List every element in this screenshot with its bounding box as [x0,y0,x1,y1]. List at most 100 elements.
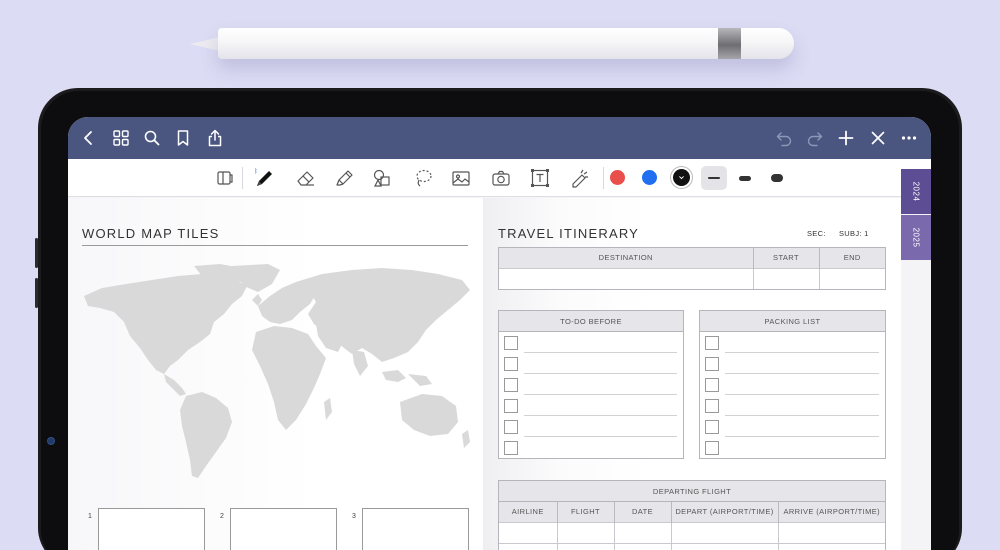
add-icon[interactable] [837,129,855,147]
color-red-swatch[interactable] [610,170,625,185]
checkbox[interactable] [504,399,518,413]
list-item [499,374,683,395]
navigation-bar [68,117,931,159]
stroke-medium-option[interactable] [732,166,758,190]
camera-icon [48,438,54,444]
sec-label: SEC: [807,229,826,238]
todo-title: TO-DO BEFORE [499,311,683,332]
flight-cell[interactable] [556,521,614,543]
checkbox[interactable] [504,336,518,350]
list-item [499,416,683,437]
share-icon[interactable] [206,129,224,147]
page-title: TRAVEL ITINERARY [498,226,640,241]
column-header: START [752,248,819,268]
checkbox[interactable] [705,399,719,413]
flight-title: DEPARTING FLIGHT [499,481,885,502]
checkbox[interactable] [504,420,518,434]
list-item [700,332,885,353]
color-blue-swatch[interactable] [642,170,657,185]
list-item [499,437,683,458]
list-item [499,395,683,416]
list-item [499,353,683,374]
list-item [700,416,885,437]
right-page: TRAVEL ITINERARY SEC: SUBJ: 1 DESTINATIO… [483,198,901,550]
subj-label: SUBJ: 1 [839,229,869,238]
column-header: DEPART (AIRPORT/TIME) [670,502,778,522]
laser-pointer-icon[interactable] [567,166,591,190]
tab-2025[interactable]: 2025 [901,215,931,260]
pen-icon[interactable]: ᛒ [253,166,277,190]
grid-icon[interactable] [112,129,130,147]
back-chevron-icon[interactable] [80,129,98,147]
reader-mode-icon[interactable] [213,166,237,190]
checkbox[interactable] [504,357,518,371]
end-cell[interactable] [818,267,885,289]
checkbox[interactable] [705,336,719,350]
packing-title: PACKING LIST [700,311,885,332]
world-map [84,264,470,478]
drawing-toolbar: ᛒ [68,159,931,197]
column-header: DATE [613,502,671,522]
airline-cell[interactable] [499,521,557,543]
highlighter-icon[interactable] [332,166,356,190]
svg-text:ᛒ: ᛒ [254,168,258,175]
close-icon[interactable] [869,129,887,147]
lasso-icon[interactable] [411,166,435,190]
departing-flight-table: DEPARTING FLIGHT AIRLINE FLIGHT DATE DEP… [498,480,886,550]
column-header: ARRIVE (AIRPORT/TIME) [777,502,885,522]
todo-list: TO-DO BEFORE [498,310,684,459]
packing-list: PACKING LIST [699,310,886,459]
destination-cell[interactable] [499,267,753,289]
eraser-icon[interactable] [294,166,318,190]
column-header: FLIGHT [556,502,614,522]
bookmark-icon[interactable] [174,129,192,147]
stroke-thin-option[interactable] [701,166,727,190]
year-tabs: 2024 2025 [901,143,931,260]
tile-number: 3 [352,513,356,520]
redo-icon[interactable] [806,129,824,147]
toolbar-divider [603,167,604,189]
checkbox[interactable] [705,420,719,434]
pencil-body [218,28,794,59]
shapes-icon[interactable] [370,166,394,190]
checkbox[interactable] [705,378,719,392]
volume-up-button [35,238,38,268]
start-cell[interactable] [752,267,819,289]
depart-cell[interactable] [670,521,778,543]
tile-number: 2 [220,513,224,520]
volume-down-button [35,278,38,308]
checkbox[interactable] [504,441,518,455]
checkbox[interactable] [705,441,719,455]
list-item [700,353,885,374]
page-title: WORLD MAP TILES [82,226,220,241]
map-tile-box[interactable] [362,508,469,550]
checkbox[interactable] [504,378,518,392]
pencil-tip [190,37,220,51]
checkbox[interactable] [705,357,719,371]
undo-icon[interactable] [775,129,793,147]
camera-icon[interactable] [489,166,513,190]
depart-cell[interactable] [670,542,778,550]
text-icon[interactable] [528,166,552,190]
color-black-swatch[interactable] [673,169,690,186]
date-cell[interactable] [613,521,671,543]
itinerary-table: DESTINATION START END [498,247,886,290]
list-item [700,437,885,458]
flight-cell[interactable] [556,542,614,550]
pencil-band [718,28,741,59]
search-icon[interactable] [143,129,161,147]
airline-cell[interactable] [499,542,557,550]
tab-label: 2024 [911,181,921,202]
flight-grid: AIRLINE FLIGHT DATE DEPART (AIRPORT/TIME… [499,502,885,550]
app-screen: ᛒ WORLD MAP TILES 1 2 3 TRAVEL ITINERARY… [68,117,931,550]
column-header: AIRLINE [499,502,557,522]
itinerary-grid: DESTINATION START END [499,248,885,289]
map-tile-box[interactable] [230,508,337,550]
tab-2024[interactable]: 2024 [901,169,931,214]
date-cell[interactable] [613,542,671,550]
arrive-cell[interactable] [777,542,885,550]
arrive-cell[interactable] [777,521,885,543]
image-icon[interactable] [449,166,473,190]
stroke-thick-option[interactable] [764,166,790,190]
map-tile-box[interactable] [98,508,205,550]
